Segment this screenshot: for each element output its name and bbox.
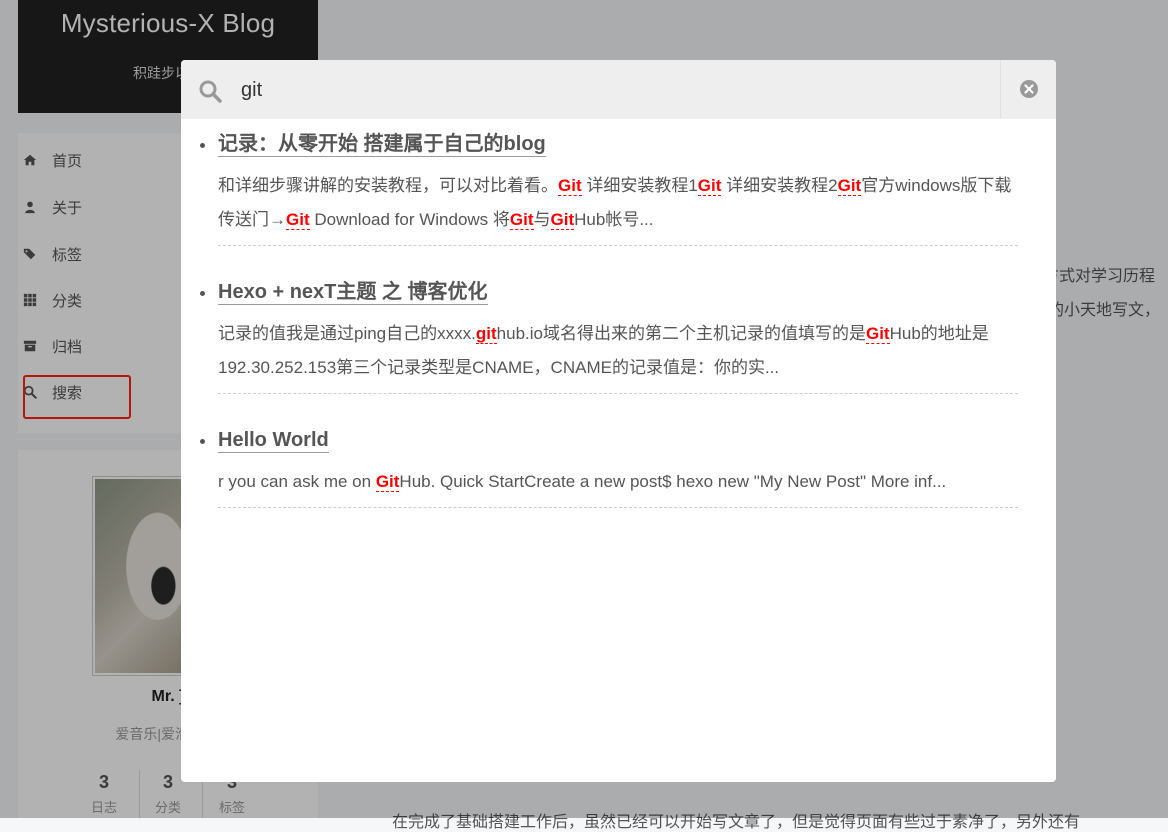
search-keyword-highlight: Git	[509, 210, 534, 230]
search-result-title[interactable]: Hexo + nexT主题 之 博客优化	[218, 280, 488, 305]
search-keyword-highlight: Git	[550, 210, 575, 230]
search-keyword-highlight: Git	[697, 176, 722, 196]
search-popup: 记录：从零开始 搭建属于自己的blog 和详细步骤讲解的安装教程，可以对比着看。…	[181, 60, 1056, 782]
excerpt-text: 和详细步骤讲解的安装教程，可以对比着看。	[218, 176, 558, 195]
list-bullet	[200, 143, 205, 148]
search-keyword-highlight: Git	[558, 176, 582, 196]
excerpt-text: r you can ask me on	[218, 472, 376, 491]
search-icon	[199, 80, 222, 103]
excerpt-text: 详细安装教程2	[721, 176, 838, 195]
search-result: Hello World r you can ask me on GitHub. …	[200, 428, 1018, 508]
close-button[interactable]	[1000, 60, 1056, 118]
excerpt-text: 与	[533, 210, 551, 229]
excerpt-text: 记录的值我是通过ping自己的xxxx.	[218, 324, 476, 343]
search-keyword-highlight: Git	[865, 324, 890, 344]
search-result-title[interactable]: Hello World	[218, 428, 329, 453]
search-result-excerpt: 和详细步骤讲解的安装教程，可以对比着看。Git 详细安装教程1Git 详细安装教…	[218, 169, 1018, 246]
excerpt-text: 详细安装教程1	[581, 176, 698, 195]
search-header	[181, 60, 1056, 119]
close-icon	[1019, 80, 1038, 98]
excerpt-text: Download for Windows 将	[309, 210, 510, 229]
search-keyword-highlight: Git	[837, 176, 862, 196]
search-keyword-highlight: Git	[286, 210, 310, 230]
search-keyword-highlight: git	[475, 324, 497, 344]
excerpt-text: Hub. Quick StartCreate a new post$ hexo …	[399, 472, 947, 491]
search-result: 记录：从零开始 搭建属于自己的blog 和详细步骤讲解的安装教程，可以对比着看。…	[200, 132, 1018, 246]
search-result-excerpt: r you can ask me on GitHub. Quick StartC…	[218, 465, 1018, 508]
search-result: Hexo + nexT主题 之 博客优化 记录的值我是通过ping自己的xxxx…	[200, 280, 1018, 394]
search-result-excerpt: 记录的值我是通过ping自己的xxxx.github.io域名得出来的第二个主机…	[218, 317, 1018, 394]
excerpt-text: Hub帐号...	[574, 210, 654, 229]
search-input[interactable]	[239, 74, 983, 106]
excerpt-text: hub.io域名得出来的第二个主机记录的值填写的是	[496, 324, 866, 343]
list-bullet	[200, 439, 205, 444]
search-result-title[interactable]: 记录：从零开始 搭建属于自己的blog	[218, 132, 546, 157]
list-bullet	[200, 291, 205, 296]
search-keyword-highlight: Git	[375, 472, 400, 492]
